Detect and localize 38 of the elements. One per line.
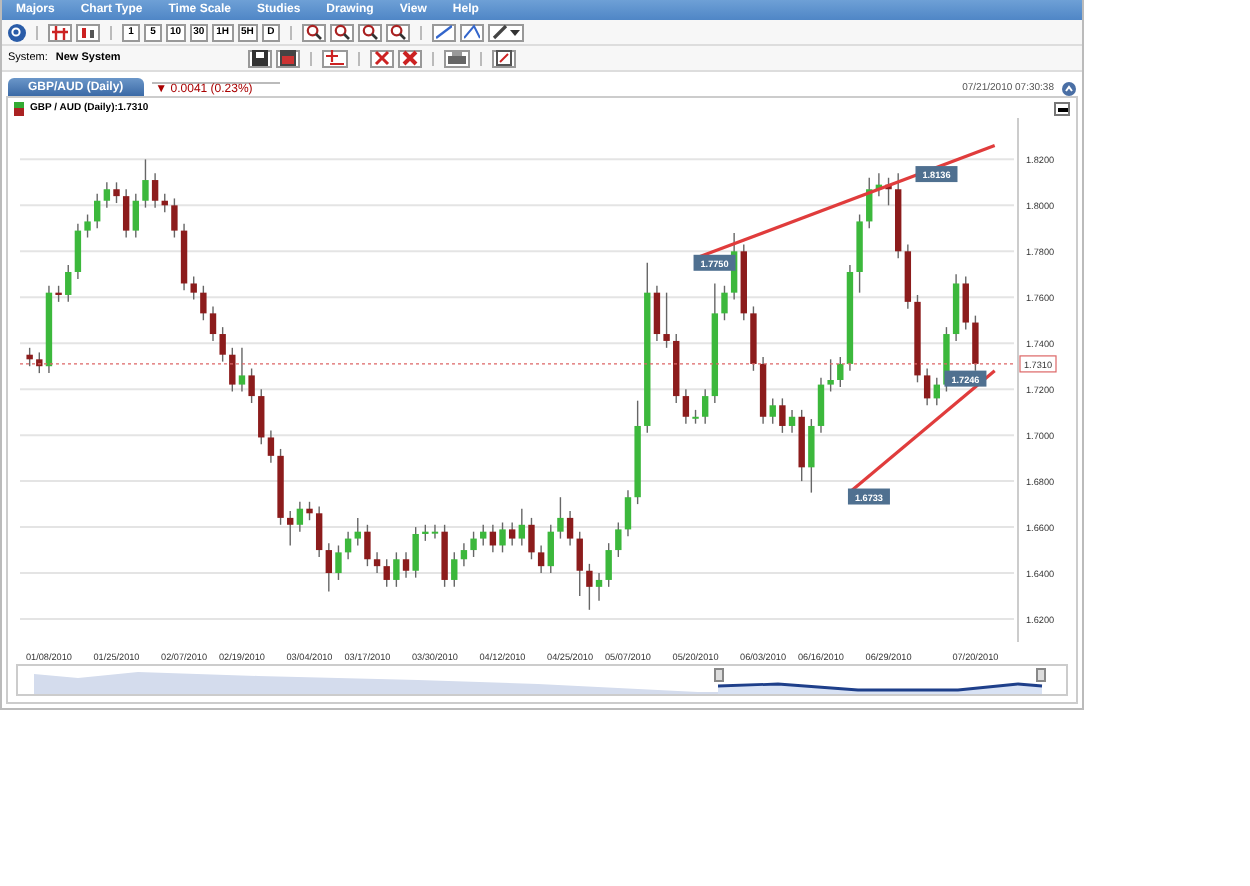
printer-icon [448, 50, 467, 66]
delete-all-button[interactable] [398, 49, 423, 67]
candlestick [26, 347, 33, 367]
magnifier-icon [361, 24, 378, 40]
candle-button[interactable] [76, 23, 100, 41]
minus-icon [1057, 107, 1067, 111]
zoom-out-button[interactable] [329, 23, 354, 41]
magnifier-icon [305, 24, 322, 40]
range-handle[interactable] [1036, 668, 1046, 682]
magnifier-icon [389, 24, 406, 40]
add-button[interactable] [322, 49, 349, 67]
candlestick [972, 314, 979, 372]
print-button[interactable] [444, 49, 471, 67]
candle-icon [14, 101, 24, 115]
close-icon [402, 50, 419, 66]
zoom-in-button[interactable] [301, 23, 326, 41]
pencil-dropdown[interactable] [487, 23, 524, 41]
export-button[interactable] [492, 49, 517, 67]
delete-button[interactable] [370, 49, 395, 67]
plus-icon [326, 50, 345, 66]
bar-chart-button[interactable] [48, 23, 72, 41]
line-tool-button[interactable] [431, 23, 456, 41]
search-icon[interactable] [8, 23, 26, 41]
collapse-icon[interactable] [1062, 82, 1076, 96]
open-button[interactable] [276, 49, 301, 67]
line-icon [435, 24, 452, 40]
save-button[interactable] [248, 49, 273, 67]
close-icon [374, 50, 391, 66]
bar-chart-icon [52, 25, 68, 39]
magnifier-icon [333, 24, 350, 40]
pencil-icon [491, 24, 508, 40]
range-handle[interactable] [714, 668, 724, 682]
trend-line[interactable] [848, 369, 996, 494]
window-icon [280, 50, 297, 66]
candle-icon [80, 25, 96, 39]
minimize-button[interactable] [1054, 101, 1070, 115]
caret-icon [509, 29, 520, 35]
search-button[interactable] [357, 23, 382, 41]
